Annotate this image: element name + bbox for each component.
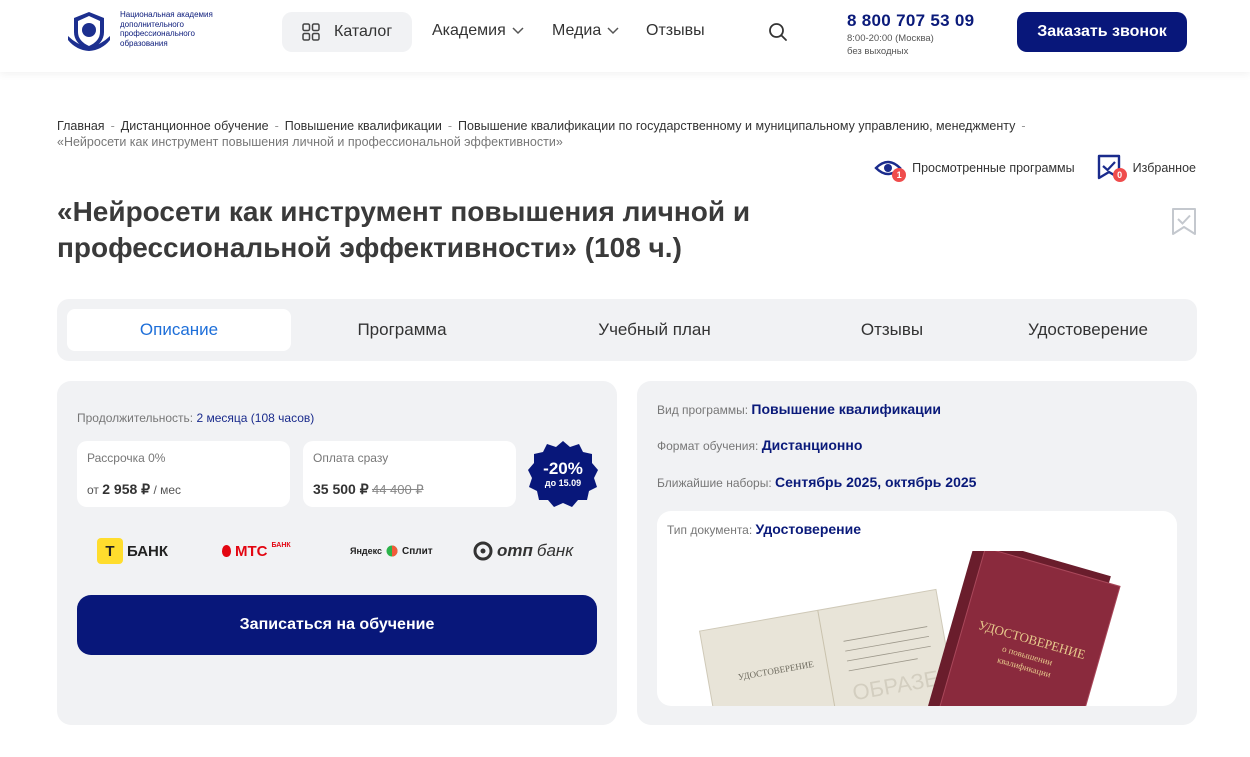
otp-name: отп	[497, 541, 533, 560]
program-type-label: Вид программы:	[657, 403, 749, 417]
installment-price: 2 958 ₽	[102, 481, 151, 497]
duration: Продолжительность: 2 месяца (108 часов)	[77, 411, 314, 425]
old-price: 44 400 ₽	[371, 482, 424, 497]
breadcrumb-current: «Нейросети как инструмент повышения личн…	[57, 135, 563, 149]
certificate-image: УДОСТОВЕРЕНИЕ ОБРАЗЕЦ УДОСТОВЕРЕНИЕ о по…	[698, 551, 1121, 706]
program-tabs: Описание Программа Учебный план Отзывы У…	[57, 299, 1197, 361]
mts-bank-word: БАНК	[271, 542, 291, 549]
tab-certificate[interactable]: Удостоверение	[1002, 309, 1174, 351]
study-format-row: Формат обучения: Дистанционно	[657, 437, 862, 453]
yandex-name: Яндекс	[350, 546, 383, 556]
intake-value: Сентябрь 2025, октябрь 2025	[775, 474, 977, 490]
split-circle-icon	[386, 545, 398, 557]
quick-links: 1 Просмотренные программы 0 Избранное	[874, 154, 1196, 182]
nav-academy-label: Академия	[432, 22, 506, 39]
search-icon[interactable]	[768, 22, 788, 42]
document-box: Тип документа: Удостоверение УДОСТОВЕРЕН…	[657, 511, 1177, 706]
discount-badge: -20% до 15.09	[528, 439, 598, 509]
installment-prefix: от	[87, 483, 99, 497]
otp-swirl-icon	[473, 541, 493, 561]
phone-number[interactable]: 8 800 707 53 09	[847, 11, 974, 31]
full-payment-box[interactable]: Оплата сразу 35 500 ₽ 44 400 ₽	[303, 441, 516, 507]
favorites-count-badge: 0	[1112, 168, 1127, 182]
favorites-link[interactable]: 0 Избранное	[1095, 154, 1196, 182]
duration-value: 2 месяца (108 часов)	[196, 411, 315, 425]
tbank-name: БАНК	[127, 542, 169, 560]
phone-days: без выходных	[847, 46, 909, 57]
installment-label: Рассрочка 0%	[87, 451, 166, 465]
site-header: Национальная академия дополнительного пр…	[0, 0, 1250, 72]
discount-date: до 15.09	[544, 478, 582, 488]
installment-box[interactable]: Рассрочка 0% от 2 958 ₽ / мес	[77, 441, 290, 507]
viewed-label: Просмотренные программы	[912, 161, 1075, 175]
add-to-favorites-icon[interactable]	[1170, 206, 1198, 238]
nav-reviews[interactable]: Отзывы	[646, 22, 705, 40]
study-format-label: Формат обучения:	[657, 439, 759, 453]
duration-label: Продолжительность:	[77, 411, 194, 425]
tbank-shield-icon: T	[97, 538, 123, 564]
intake-label: Ближайшие наборы:	[657, 476, 772, 490]
order-call-button[interactable]: Заказать звонок	[1017, 12, 1187, 52]
viewed-count-badge: 1	[892, 168, 907, 182]
full-price: 35 500 ₽	[313, 481, 369, 497]
logo-text: Национальная академия дополнительного пр…	[120, 10, 213, 48]
intake-row: Ближайшие наборы: Сентябрь 2025, октябрь…	[657, 474, 976, 490]
nav-academy[interactable]: Академия	[432, 22, 524, 40]
breadcrumb-home[interactable]: Главная	[57, 119, 105, 133]
academy-logo[interactable]: Национальная академия дополнительного пр…	[66, 10, 230, 52]
full-payment-label: Оплата сразу	[313, 451, 389, 465]
tbank-logo: T БАНК	[97, 536, 168, 566]
document-type-row: Тип документа: Удостоверение	[667, 521, 861, 537]
discount-percent: -20%	[543, 459, 583, 478]
nav-media-label: Медиа	[552, 22, 602, 39]
breadcrumb-distance[interactable]: Дистанционное обучение	[121, 119, 269, 133]
breadcrumb: Главная - Дистанционное обучение - Повышение…	[57, 119, 1026, 149]
tab-program[interactable]: Программа	[291, 309, 513, 351]
grid-icon	[302, 23, 320, 41]
program-type-value: Повышение квалификации	[751, 401, 941, 417]
full-payment-price-row: 35 500 ₽ 44 400 ₽	[313, 481, 506, 498]
breadcrumb-qualification[interactable]: Повышение квалификации	[285, 119, 442, 133]
otp-bank-word: банк	[536, 541, 574, 560]
breadcrumb-category[interactable]: Повышение квалификации по государственно…	[458, 119, 1015, 133]
otp-bank-logo: отп банк	[473, 536, 573, 566]
installment-price-row: от 2 958 ₽ / мес	[87, 481, 280, 498]
page-title: «Нейросети как инструмент повышения личн…	[57, 196, 751, 263]
study-format-value: Дистанционно	[761, 437, 863, 453]
yandex-split-logo: Яндекс Сплит	[350, 536, 433, 566]
phone-hours: 8:00-20:00 (Москва)	[847, 33, 934, 44]
nav-reviews-label: Отзывы	[646, 22, 705, 39]
viewed-programs-link[interactable]: 1 Просмотренные программы	[874, 154, 1075, 182]
tab-reviews[interactable]: Отзывы	[802, 309, 982, 351]
document-type-label: Тип документа:	[667, 523, 753, 537]
nav-media[interactable]: Медиа	[552, 22, 619, 40]
contact-phone: 8 800 707 53 09 8:00-20:00 (Москва) без …	[847, 11, 974, 57]
academy-emblem-icon	[68, 12, 110, 51]
enroll-button[interactable]: Записаться на обучение	[77, 595, 597, 655]
catalog-button[interactable]: Каталог	[282, 12, 412, 52]
bank-partners: T БАНК МТС БАНК Яндекс Сплит отп банк	[77, 536, 597, 566]
pricing-card: Продолжительность: 2 месяца (108 часов) …	[57, 381, 617, 725]
tab-study-plan[interactable]: Учебный план	[527, 309, 782, 351]
program-info-card: Вид программы: Повышение квалификации Фо…	[637, 381, 1197, 725]
chevron-down-icon	[607, 27, 619, 35]
split-name: Сплит	[402, 545, 433, 557]
installment-suffix: / мес	[153, 483, 182, 497]
mts-bank-logo: МТС БАНК	[222, 536, 291, 566]
tab-description[interactable]: Описание	[67, 309, 291, 351]
document-type-value: Удостоверение	[755, 521, 862, 537]
program-type-row: Вид программы: Повышение квалификации	[657, 401, 941, 417]
chevron-down-icon	[512, 27, 524, 35]
catalog-label: Каталог	[334, 23, 393, 40]
favorites-label: Избранное	[1132, 161, 1196, 175]
mts-name: МТС	[235, 542, 268, 560]
mts-egg-icon	[222, 545, 231, 557]
